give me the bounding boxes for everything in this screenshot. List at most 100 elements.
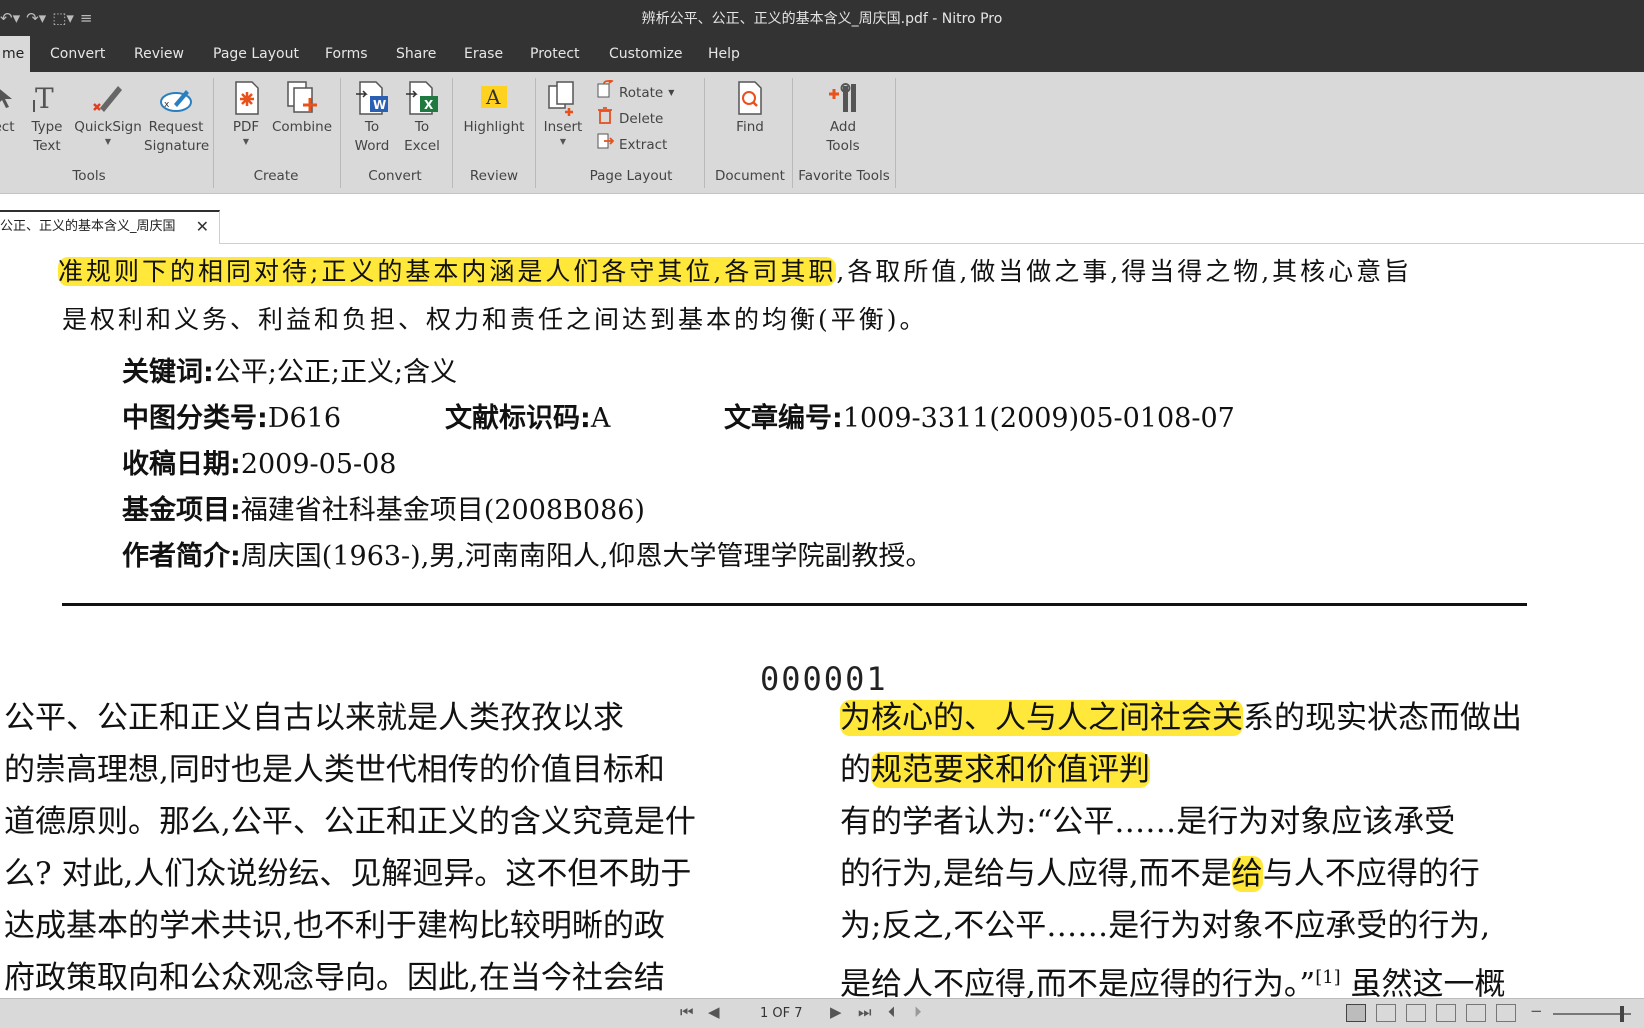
document-tab[interactable]: 公正、正义的基本含义_周庆国 ✕ [0, 210, 220, 244]
tab-forms[interactable]: Forms [325, 36, 368, 72]
citation-superscript: [1] [1315, 967, 1341, 988]
type-text-button[interactable]: T Type Text [28, 80, 66, 156]
ribbon-separator [213, 78, 214, 188]
body-line: 的规范要求和价值评判 [840, 752, 1150, 788]
tab-protect[interactable]: Protect [530, 36, 580, 72]
pdf-icon [228, 80, 264, 116]
previous-page-icon[interactable]: ◀ [708, 1003, 720, 1021]
facing-continuous-view-icon[interactable] [1436, 1004, 1456, 1022]
left-column: 公平、公正和正义自古以来就是人类孜孜以求 的崇高理想,同时也是人类世代相传的价值… [4, 692, 774, 998]
ribbon-separator [895, 78, 896, 188]
body-line: 为;反之,不公平……是行为对象不应承受的行为, [840, 908, 1491, 944]
document-tab-strip: 公正、正义的基本含义_周庆国 ✕ [0, 194, 1644, 244]
group-label-document: Document [715, 168, 785, 184]
nitro-pro-window: ↶▾ ↷▾ ⬚▾ ≡ 辨析公平、公正、正义的基本含义_周庆国.pdf - Nit… [0, 0, 1644, 1028]
group-label-convert: Convert [368, 168, 422, 184]
tab-convert[interactable]: Convert [50, 36, 105, 72]
find-icon [732, 80, 768, 116]
svg-text:X: X [424, 98, 434, 112]
insert-pages-icon [545, 80, 581, 116]
page-indicator[interactable]: 1 OF 7 [760, 1006, 803, 1021]
author-line: 作者简介:周庆国(1963-),男,河南南阳人,仰恩大学管理学院副教授。 [122, 541, 933, 572]
combine-button[interactable]: Combine [272, 80, 332, 137]
delete-button[interactable]: Delete [596, 107, 663, 131]
ribbon-separator [704, 78, 705, 188]
abstract-line: 准规则下的相同对待;正义的基本内涵是人们各守其位,各司其职,各取所值,做当做之事… [58, 257, 1413, 286]
chevron-down-icon: ▼ [559, 137, 567, 146]
cursor-icon [0, 80, 14, 116]
highlight-annotation[interactable]: 规范要求和价值评判 [871, 752, 1150, 788]
chevron-down-icon: ▼ [668, 88, 675, 97]
rotate-icon [596, 78, 614, 106]
rotate-button[interactable]: Rotate ▼ [596, 78, 675, 106]
trash-icon [596, 106, 614, 132]
svg-text:T: T [35, 82, 54, 115]
ribbon-separator [535, 78, 536, 188]
insert-button[interactable]: Insert ▼ [541, 80, 585, 147]
tab-review[interactable]: Review [134, 36, 184, 72]
svg-text:W: W [373, 98, 386, 112]
pen-icon [90, 80, 126, 116]
close-icon[interactable]: ✕ [196, 212, 209, 242]
highlight-button[interactable]: A Highlight [460, 80, 528, 137]
ribbon: ect T Type Text QuickSign ▼ x Request Si… [0, 72, 1644, 194]
pdf-button[interactable]: PDF ▼ [226, 80, 266, 147]
right-column: 为核心的、人与人之间社会关系的现实状态而做出 的规范要求和价值评判 有的学者认为… [840, 692, 1620, 998]
tab-home[interactable]: me [0, 36, 30, 72]
find-button[interactable]: Find [720, 80, 780, 137]
document-page: 准规则下的相同对待;正义的基本内涵是人们各守其位,各司其职,各取所值,做当做之事… [0, 244, 1644, 998]
abstract-line: 是权利和义务、利益和负担、权力和责任之间达到基本的均衡(平衡)。 [62, 305, 928, 334]
facing-view-icon[interactable] [1406, 1004, 1426, 1022]
body-line: 府政策取向和公众观念导向。因此,在当今社会结 [4, 960, 665, 996]
tab-erase[interactable]: Erase [464, 36, 503, 72]
fullscreen-view-icon[interactable] [1466, 1004, 1486, 1022]
quicksign-button[interactable]: QuickSign ▼ [74, 80, 142, 147]
add-tools-button[interactable]: Add Tools [815, 80, 871, 156]
article-number-line: 文章编号:1009-3311(2009)05-0108-07 [724, 403, 1235, 434]
presentation-view-icon[interactable] [1496, 1004, 1516, 1022]
body-line: 有的学者认为:“公平……是行为对象应该承受 [840, 804, 1456, 840]
select-button[interactable]: ect [0, 80, 16, 137]
horizontal-rule [62, 603, 1527, 606]
add-tools-icon [825, 80, 861, 116]
first-page-icon[interactable]: ⏮ [680, 1003, 694, 1021]
ribbon-separator [452, 78, 453, 188]
last-page-icon[interactable]: ⏭ [858, 1003, 872, 1021]
forward-view-icon[interactable]: ⏵ [914, 1003, 922, 1021]
request-signature-button[interactable]: x Request Signature [144, 80, 209, 156]
tab-page-layout[interactable]: Page Layout [213, 36, 299, 72]
highlight-annotation[interactable]: 准规则下的相同对待;正义的基本内涵是人们各守其位,各司其职 [58, 257, 837, 286]
to-word-button[interactable]: W To Word [350, 80, 394, 156]
tab-customize[interactable]: Customize [609, 36, 683, 72]
highlight-annotation[interactable]: 为核心的、人与人之间社会关 [840, 700, 1243, 736]
zoom-out-icon[interactable]: − [1530, 1002, 1543, 1020]
single-page-view-icon[interactable] [1346, 1004, 1366, 1022]
combine-icon [284, 80, 320, 116]
ribbon-tabs: me Convert Review Page Layout Forms Shar… [0, 36, 1644, 72]
extract-icon [596, 132, 615, 158]
ribbon-separator [340, 78, 341, 188]
zoom-slider-thumb[interactable] [1620, 1006, 1624, 1022]
next-page-icon[interactable]: ▶ [830, 1003, 842, 1021]
svg-text:x: x [164, 100, 170, 110]
body-line: 的行为,是给与人应得,而不是给与人不应得的行 [840, 856, 1480, 892]
fund-line: 基金项目:福建省社科基金项目(2008B086) [122, 495, 645, 526]
chevron-down-icon: ▼ [242, 137, 250, 146]
doc-code-line: 文献标识码:A [445, 403, 611, 434]
type-text-icon: T [29, 80, 65, 116]
excel-icon: X [404, 80, 440, 116]
request-signature-icon: x [158, 80, 194, 116]
to-excel-button[interactable]: X To Excel [400, 80, 444, 156]
received-date-line: 收稿日期:2009-05-08 [122, 449, 397, 480]
continuous-view-icon[interactable] [1376, 1004, 1396, 1022]
body-line: 是给人不应得,而不是应得的行为。”[1] 虽然这一概 [840, 966, 1506, 998]
extract-button[interactable]: Extract [596, 133, 667, 157]
back-view-icon[interactable]: ⏴ [888, 1003, 896, 1021]
group-label-review: Review [469, 168, 519, 184]
ribbon-separator [792, 78, 793, 188]
tab-help[interactable]: Help [708, 36, 740, 72]
highlight-annotation[interactable]: 给 [1231, 856, 1263, 892]
body-line: 道德原则。那么,公平、公正和正义的含义究竟是什 [4, 804, 696, 840]
keywords-line: 关键词:公平;公正;正义;含义 [122, 357, 458, 388]
tab-share[interactable]: Share [396, 36, 436, 72]
